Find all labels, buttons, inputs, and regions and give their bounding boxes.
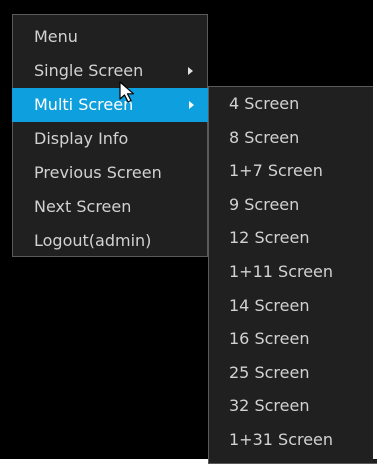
chevron-right-icon	[189, 101, 194, 109]
menu-item-next-screen[interactable]: Next Screen	[13, 190, 207, 224]
menu-item-label: Logout(admin)	[34, 231, 152, 250]
submenu-item-8-screen[interactable]: 8 Screen	[209, 121, 377, 155]
submenu-item-4-screen[interactable]: 4 Screen	[209, 87, 377, 121]
menu-item-logout[interactable]: Logout(admin)	[13, 224, 207, 258]
image-border	[373, 0, 377, 459]
menu-item-single-screen[interactable]: Single Screen	[13, 54, 207, 88]
submenu-item-14-screen[interactable]: 14 Screen	[209, 289, 377, 323]
mouse-pointer-icon	[119, 81, 135, 103]
chevron-right-icon	[188, 67, 193, 75]
submenu-item-32-screen[interactable]: 32 Screen	[209, 389, 377, 423]
submenu-item-16-screen[interactable]: 16 Screen	[209, 322, 377, 356]
menu-title: Menu	[34, 27, 78, 46]
menu-item-label: Display Info	[34, 129, 129, 148]
menu-item-label: Next Screen	[34, 197, 132, 216]
submenu-item-9-screen[interactable]: 9 Screen	[209, 188, 377, 222]
submenu-item-25-screen[interactable]: 25 Screen	[209, 356, 377, 390]
submenu-item-1-31-screen[interactable]: 1+31 Screen	[209, 423, 377, 457]
submenu-item-12-screen[interactable]: 12 Screen	[209, 221, 377, 255]
video-display-area[interactable]: Menu Single Screen Multi Screen Display …	[0, 0, 377, 464]
menu-item-previous-screen[interactable]: Previous Screen	[13, 156, 207, 190]
submenu-item-1-11-screen[interactable]: 1+11 Screen	[209, 255, 377, 289]
menu-item-multi-screen[interactable]: Multi Screen	[12, 88, 208, 122]
multi-screen-submenu: 4 Screen 8 Screen 1+7 Screen 9 Screen 12…	[208, 86, 377, 464]
submenu-item-1-7-screen[interactable]: 1+7 Screen	[209, 154, 377, 188]
menu-item-label: Previous Screen	[34, 163, 162, 182]
menu-item-display-info[interactable]: Display Info	[13, 122, 207, 156]
menu-item-label: Single Screen	[34, 61, 144, 80]
context-menu: Menu Single Screen Multi Screen Display …	[12, 14, 208, 257]
